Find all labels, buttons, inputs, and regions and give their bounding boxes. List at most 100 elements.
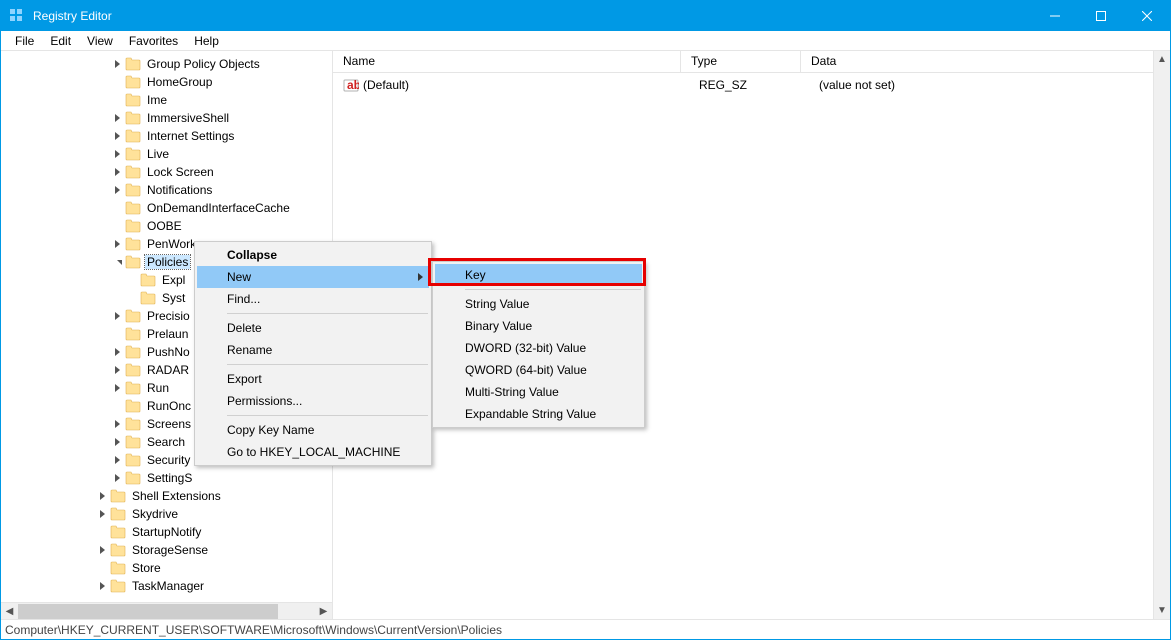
folder-icon	[125, 471, 141, 485]
close-button[interactable]	[1124, 1, 1170, 31]
status-path: Computer\HKEY_CURRENT_USER\SOFTWARE\Micr…	[5, 623, 502, 637]
tree-item[interactable]: OnDemandInterfaceCache	[5, 199, 332, 217]
tree-item-label: RunOnc	[147, 399, 191, 413]
ctx-copy-key-name[interactable]: Copy Key Name	[197, 419, 429, 441]
ctx-find[interactable]: Find...	[197, 288, 429, 310]
tree-item-label: Screens	[147, 417, 191, 431]
ctx-rename[interactable]: Rename	[197, 339, 429, 361]
expand-icon[interactable]	[110, 240, 125, 248]
menu-help[interactable]: Help	[186, 34, 227, 48]
tree-item[interactable]: TaskManager	[5, 577, 332, 595]
expand-icon[interactable]	[110, 474, 125, 482]
expand-icon[interactable]	[110, 420, 125, 428]
ctx-new-expandstring[interactable]: Expandable String Value	[435, 403, 642, 425]
scroll-right-icon[interactable]: ▶	[315, 606, 332, 617]
svg-text:ab: ab	[347, 78, 359, 92]
ctx-new-qword[interactable]: QWORD (64-bit) Value	[435, 359, 642, 381]
minimize-button[interactable]	[1032, 1, 1078, 31]
expand-icon[interactable]	[110, 348, 125, 356]
tree-item[interactable]: Lock Screen	[5, 163, 332, 181]
expand-icon[interactable]	[110, 384, 125, 392]
expand-icon[interactable]	[95, 510, 110, 518]
menu-view[interactable]: View	[79, 34, 121, 48]
expand-icon[interactable]	[95, 546, 110, 554]
tree-item-label: Security	[147, 453, 190, 467]
col-type[interactable]: Type	[681, 51, 801, 72]
expand-icon[interactable]	[110, 168, 125, 176]
folder-icon	[125, 219, 141, 233]
expand-icon[interactable]	[110, 366, 125, 374]
tree-item[interactable]: Skydrive	[5, 505, 332, 523]
scroll-down-icon[interactable]: ▼	[1154, 602, 1170, 619]
expand-icon[interactable]	[95, 492, 110, 500]
ctx-new[interactable]: New	[197, 266, 429, 288]
tree-item-label: Shell Extensions	[132, 489, 221, 503]
tree-item[interactable]: Group Policy Objects	[5, 55, 332, 73]
tree-item[interactable]: HomeGroup	[5, 73, 332, 91]
value-name: (Default)	[363, 78, 689, 92]
scroll-left-icon[interactable]: ◀	[1, 606, 18, 617]
ctx-goto-hklm[interactable]: Go to HKEY_LOCAL_MACHINE	[197, 441, 429, 463]
ctx-delete[interactable]: Delete	[197, 317, 429, 339]
scroll-up-icon[interactable]: ▲	[1154, 51, 1170, 68]
expand-icon[interactable]	[110, 312, 125, 320]
tree-item[interactable]: StartupNotify	[5, 523, 332, 541]
tree-item[interactable]: SettingS	[5, 469, 332, 487]
expand-icon[interactable]	[110, 438, 125, 446]
tree-item-label: HomeGroup	[147, 75, 212, 89]
ctx-new-key[interactable]: Key	[435, 264, 642, 286]
ctx-permissions[interactable]: Permissions...	[197, 390, 429, 412]
expand-icon[interactable]	[110, 132, 125, 140]
tree-item-label: Ime	[147, 93, 167, 107]
folder-icon	[110, 489, 126, 503]
tree-item[interactable]: Notifications	[5, 181, 332, 199]
ctx-collapse[interactable]: Collapse	[197, 244, 429, 266]
tree-item[interactable]: Ime	[5, 91, 332, 109]
ctx-new-string[interactable]: String Value	[435, 293, 642, 315]
tree-item-label: ImmersiveShell	[147, 111, 229, 125]
folder-icon	[125, 399, 141, 413]
tree-item[interactable]: Live	[5, 145, 332, 163]
tree-item-label: StartupNotify	[132, 525, 201, 539]
tree-item[interactable]: Shell Extensions	[5, 487, 332, 505]
folder-icon	[110, 507, 126, 521]
expand-icon[interactable]	[110, 186, 125, 194]
list-row[interactable]: ab(Default)REG_SZ(value not set)	[333, 76, 1153, 94]
col-name[interactable]: Name	[333, 51, 681, 72]
expand-icon[interactable]	[110, 114, 125, 122]
value-type: REG_SZ	[689, 78, 809, 92]
maximize-button[interactable]	[1078, 1, 1124, 31]
expand-icon[interactable]	[110, 60, 125, 68]
collapse-icon[interactable]	[110, 260, 125, 265]
statusbar: Computer\HKEY_CURRENT_USER\SOFTWARE\Micr…	[1, 619, 1170, 639]
tree-hscrollbar[interactable]: ◀ ▶	[1, 602, 332, 619]
expand-icon[interactable]	[110, 456, 125, 464]
expand-icon[interactable]	[110, 150, 125, 158]
menu-edit[interactable]: Edit	[42, 34, 79, 48]
separator	[465, 289, 641, 290]
folder-icon	[125, 93, 141, 107]
menu-favorites[interactable]: Favorites	[121, 34, 186, 48]
folder-icon	[140, 273, 156, 287]
ctx-export[interactable]: Export	[197, 368, 429, 390]
tree-item[interactable]: Store	[5, 559, 332, 577]
tree-item[interactable]: Internet Settings	[5, 127, 332, 145]
list-vscrollbar[interactable]: ▲ ▼	[1153, 51, 1170, 619]
tree-item-label: Store	[132, 561, 161, 575]
ctx-new-dword[interactable]: DWORD (32-bit) Value	[435, 337, 642, 359]
folder-icon	[125, 309, 141, 323]
ctx-new-multistring[interactable]: Multi-String Value	[435, 381, 642, 403]
tree-item[interactable]: OOBE	[5, 217, 332, 235]
menu-file[interactable]: File	[7, 34, 42, 48]
ctx-new-binary[interactable]: Binary Value	[435, 315, 642, 337]
expand-icon[interactable]	[95, 582, 110, 590]
tree-item[interactable]: StorageSense	[5, 541, 332, 559]
folder-icon	[125, 183, 141, 197]
folder-icon	[125, 255, 141, 269]
folder-icon	[125, 381, 141, 395]
tree-item[interactable]: ImmersiveShell	[5, 109, 332, 127]
folder-icon	[140, 291, 156, 305]
col-data[interactable]: Data	[801, 51, 1153, 72]
folder-icon	[125, 57, 141, 71]
hscroll-thumb[interactable]	[18, 604, 278, 619]
